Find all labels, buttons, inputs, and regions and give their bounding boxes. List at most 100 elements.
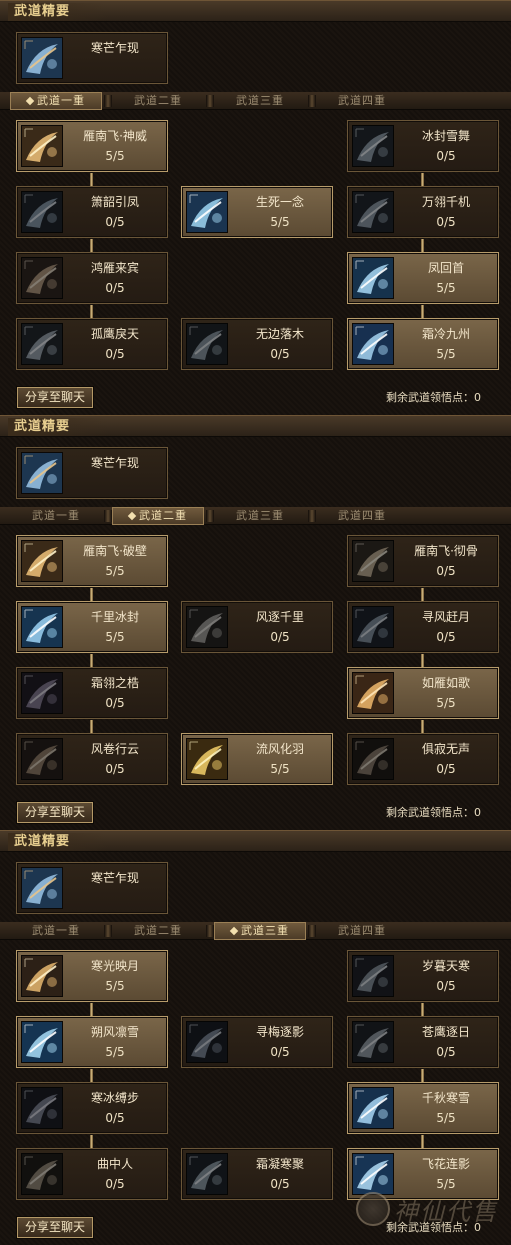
tab-separator: [308, 95, 316, 107]
skill-slot[interactable]: 岁暮天寒 0/5: [347, 950, 499, 1002]
tab-tier-3[interactable]: 武道三重: [214, 508, 306, 524]
skill-slot[interactable]: 雁南飞·破壁 5/5: [16, 535, 168, 587]
share-to-chat-button[interactable]: 分享至聊天: [17, 387, 93, 408]
skill-slot[interactable]: 霜翎之梏 0/5: [16, 667, 168, 719]
tab-separator: [104, 925, 112, 937]
skill-slot[interactable]: 俱寂无声 0/5: [347, 733, 499, 785]
tab-tier-1[interactable]: 武道一重: [10, 923, 102, 939]
tab-label: 武道四重: [338, 924, 386, 937]
remaining-label: 剩余武道领悟点：: [386, 806, 474, 819]
tree-connector: [90, 305, 93, 318]
section-header: 武道精要: [0, 0, 511, 22]
essence-skill-slot[interactable]: 寒芒乍现: [16, 447, 168, 499]
skill-name: 箫韶引凤: [90, 195, 139, 209]
skill-slot[interactable]: 箫韶引凤 0/5: [16, 186, 168, 238]
tab-label: 武道四重: [338, 94, 386, 107]
skill-slot[interactable]: 千里冰封 5/5: [16, 601, 168, 653]
remaining-label: 剩余武道领悟点：: [386, 391, 474, 404]
tab-tier-3[interactable]: 武道三重: [214, 922, 306, 940]
skill-points: 0/5: [436, 564, 456, 578]
tab-tier-1[interactable]: 武道一重: [10, 508, 102, 524]
ice-bind-icon: [21, 1087, 63, 1129]
tab-tier-3[interactable]: 武道三重: [214, 93, 306, 109]
skill-slot[interactable]: 万翎千机 0/5: [347, 186, 499, 238]
skill-slot[interactable]: 苍鹰逐日 0/5: [347, 1016, 499, 1068]
eagle-sun-icon: [352, 1021, 394, 1063]
section-title: 武道精要: [8, 418, 108, 436]
tree-connector: [90, 654, 93, 667]
feather-blade-icon: [352, 191, 394, 233]
goose-song-icon: [352, 672, 394, 714]
skill-slot[interactable]: 流风化羽 5/5: [181, 733, 333, 785]
skill-name: 孤鹰戾天: [90, 327, 139, 341]
wild-goose-icon: [21, 257, 63, 299]
skill-slot[interactable]: 霜冷九州 5/5: [347, 318, 499, 370]
remaining-value: 0: [474, 806, 481, 819]
essence-skill-slot[interactable]: 寒芒乍现: [16, 32, 168, 84]
frost-realm-icon: [352, 323, 394, 365]
silence-icon: [352, 738, 394, 780]
skill-slot[interactable]: 寻梅逐影 0/5: [181, 1016, 333, 1068]
skill-slot[interactable]: 无边落木 0/5: [181, 318, 333, 370]
tab-tier-4[interactable]: 武道四重: [316, 508, 408, 524]
skill-slot[interactable]: 朔风凛雪 5/5: [16, 1016, 168, 1068]
skill-slot[interactable]: 凤回首 5/5: [347, 252, 499, 304]
tier-tabs: 武道一重 武道二重 武道三重 武道四重: [0, 507, 511, 525]
skill-points: 0/5: [436, 979, 456, 993]
moon-chase-icon: [352, 606, 394, 648]
life-death-icon: [186, 191, 228, 233]
skill-name: 苍鹰逐日: [421, 1025, 470, 1039]
skill-name: 岁暮天寒: [421, 959, 470, 973]
tab-separator: [206, 925, 214, 937]
tab-label: 武道四重: [338, 509, 386, 522]
remaining-value: 0: [474, 391, 481, 404]
skill-points: 0/5: [270, 347, 290, 361]
tab-tier-2[interactable]: 武道二重: [112, 93, 204, 109]
tab-separator: [206, 510, 214, 522]
frost-blade-icon: [21, 452, 63, 494]
tab-label: 武道一重: [32, 509, 80, 522]
section-title: 武道精要: [8, 833, 108, 851]
share-to-chat-button[interactable]: 分享至聊天: [17, 802, 93, 823]
tab-tier-4[interactable]: 武道四重: [316, 923, 408, 939]
watermark-text: 神仙代售: [394, 1198, 498, 1226]
talent-panel: 武道精要寒芒乍现武道一重 武道二重 武道三重 武道四重寒光映月 5/5 岁暮天寒 0/5 朔风…: [0, 830, 511, 1245]
skill-name: 霜冷九州: [421, 327, 470, 341]
tab-tier-4[interactable]: 武道四重: [316, 93, 408, 109]
lone-eagle-icon: [21, 323, 63, 365]
north-wind-icon: [21, 1021, 63, 1063]
skill-name: 寒芒乍现: [90, 456, 139, 470]
tab-tier-2[interactable]: 武道二重: [112, 923, 204, 939]
skill-name: 生死一念: [255, 195, 304, 209]
flying-goose-icon: [21, 540, 63, 582]
skill-slot[interactable]: 寒冰缚步 0/5: [16, 1082, 168, 1134]
skill-name: 寒光映月: [90, 959, 139, 973]
skill-name: 朔风凛雪: [90, 1025, 139, 1039]
tree-connector: [421, 239, 424, 252]
skill-slot[interactable]: 曲中人 0/5: [16, 1148, 168, 1200]
skill-slot[interactable]: 霜凝寒聚 0/5: [181, 1148, 333, 1200]
skill-slot[interactable]: 生死一念 5/5: [181, 186, 333, 238]
skill-slot[interactable]: 孤鹰戾天 0/5: [16, 318, 168, 370]
skill-slot[interactable]: 风逐千里 0/5: [181, 601, 333, 653]
skill-slot[interactable]: 冰封雪舞 0/5: [347, 120, 499, 172]
skill-points: 0/5: [270, 1177, 290, 1191]
essence-skill-slot[interactable]: 寒芒乍现: [16, 862, 168, 914]
skill-slot[interactable]: 寻风赶月 0/5: [347, 601, 499, 653]
skill-slot[interactable]: 如雁如歌 5/5: [347, 667, 499, 719]
skill-slot[interactable]: 千秋寒雪 5/5: [347, 1082, 499, 1134]
skill-slot[interactable]: 雁南飞·彻骨 0/5: [347, 535, 499, 587]
section-header: 武道精要: [0, 415, 511, 437]
tab-tier-2[interactable]: 武道二重: [112, 507, 204, 525]
tab-tier-1[interactable]: 武道一重: [10, 92, 102, 110]
skill-slot[interactable]: 寒光映月 5/5: [16, 950, 168, 1002]
skill-points: 0/5: [105, 762, 125, 776]
tree-connector: [421, 588, 424, 601]
skill-slot[interactable]: 鸿雁来宾 0/5: [16, 252, 168, 304]
wind-feather-icon: [186, 738, 228, 780]
skill-slot[interactable]: 风卷行云 0/5: [16, 733, 168, 785]
skill-points: 0/5: [105, 281, 125, 295]
share-to-chat-button[interactable]: 分享至聊天: [17, 1217, 93, 1238]
wind-cloud-icon: [21, 738, 63, 780]
skill-slot[interactable]: 雁南飞·神威 5/5: [16, 120, 168, 172]
